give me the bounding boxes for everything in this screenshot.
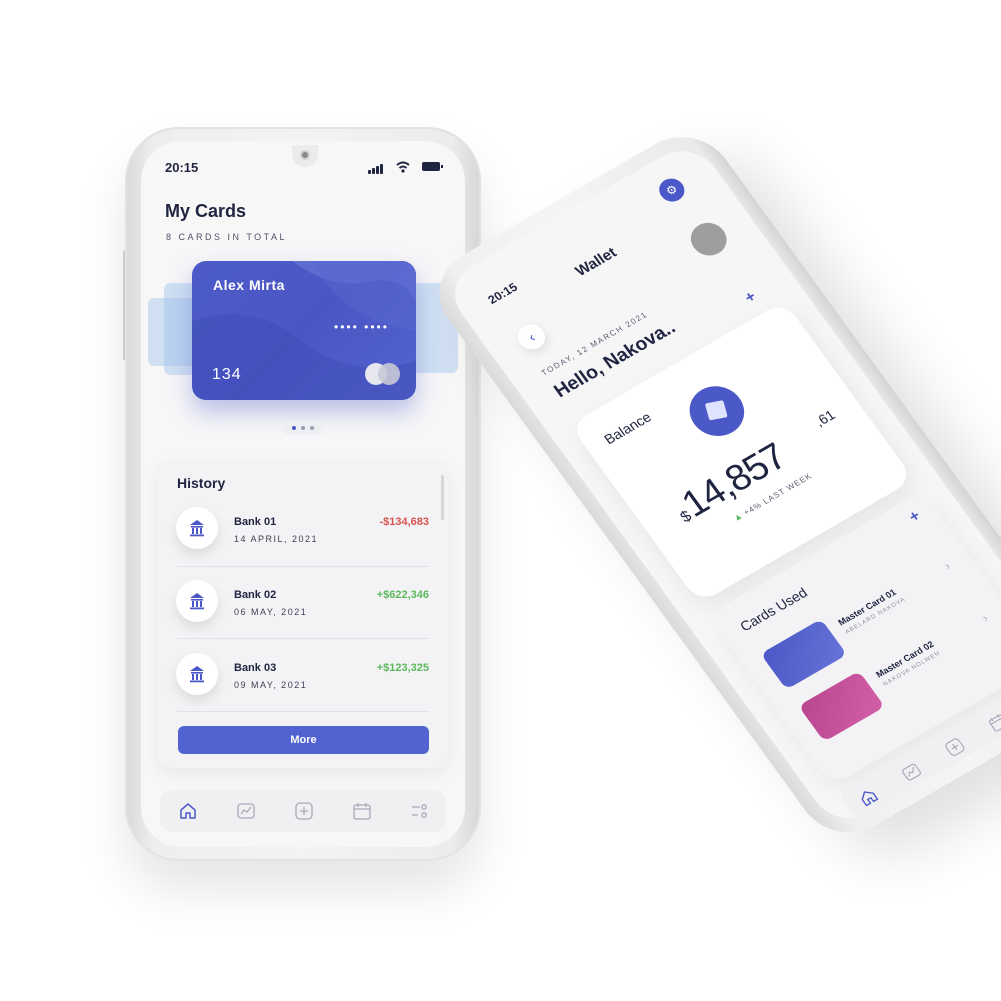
cards-count: 8 CARDS IN TOTAL bbox=[166, 232, 288, 242]
bank-building-icon bbox=[190, 666, 204, 683]
history-date: 06 MAY, 2021 bbox=[234, 607, 308, 617]
history-bank-name: Bank 01 bbox=[234, 516, 277, 528]
status-time: 20:15 bbox=[165, 160, 199, 175]
camera-icon bbox=[300, 150, 310, 160]
signal-icon-bar bbox=[372, 168, 375, 174]
signal-icon-bar bbox=[380, 164, 383, 174]
bottom-nav bbox=[160, 790, 446, 832]
plus-square-icon[interactable] bbox=[942, 735, 968, 759]
home-icon[interactable] bbox=[178, 801, 198, 821]
status-time: 20:15 bbox=[485, 280, 521, 307]
bank-icon bbox=[176, 507, 218, 549]
calendar-icon[interactable] bbox=[352, 801, 372, 821]
history-bank-name: Bank 02 bbox=[234, 589, 277, 601]
history-date: 14 APRIL, 2021 bbox=[234, 534, 319, 544]
bank-building-icon bbox=[190, 520, 204, 537]
plus-icon: + bbox=[741, 288, 760, 307]
chart-icon[interactable] bbox=[236, 801, 256, 821]
page-title: My Cards bbox=[165, 201, 247, 221]
history-amount: +$123,325 bbox=[376, 662, 429, 674]
card-number: 134 bbox=[212, 366, 242, 383]
back-button[interactable]: ‹ bbox=[512, 319, 551, 354]
wifi-icon bbox=[396, 161, 410, 173]
page-title: Wallet bbox=[572, 244, 620, 280]
avatar[interactable] bbox=[683, 216, 734, 262]
card-pager[interactable] bbox=[283, 421, 323, 435]
history-title: History bbox=[177, 475, 226, 491]
chart-icon[interactable] bbox=[898, 760, 924, 784]
more-button[interactable]: More bbox=[178, 726, 429, 754]
divider bbox=[177, 638, 429, 639]
mastercard-logo-icon bbox=[365, 363, 401, 385]
settings-button[interactable]: ⚙ bbox=[654, 174, 690, 206]
phone-screen-right: 20:15 ⚙ Wallet ‹ TODAY, 12 MARCH 2021 He… bbox=[440, 138, 1001, 832]
plus-square-icon[interactable] bbox=[294, 801, 314, 821]
settings-sliders-icon[interactable] bbox=[410, 801, 430, 821]
phone-frame-right: 20:15 ⚙ Wallet ‹ TODAY, 12 MARCH 2021 He… bbox=[420, 120, 1001, 850]
signal-icon bbox=[368, 170, 371, 174]
home-icon[interactable] bbox=[855, 785, 881, 809]
status-icons bbox=[368, 160, 443, 174]
history-amount: -$134,683 bbox=[379, 516, 429, 528]
scrollbar[interactable] bbox=[441, 475, 444, 520]
bank-building-icon bbox=[190, 593, 204, 610]
divider bbox=[177, 711, 429, 712]
history-amount: +$622,346 bbox=[376, 589, 429, 601]
history-bank-name: Bank 03 bbox=[234, 662, 277, 674]
card-holder-name: Alex Mirta bbox=[213, 277, 285, 293]
battery-icon bbox=[422, 162, 443, 171]
pager-dot[interactable] bbox=[310, 426, 314, 430]
chevron-left-icon: ‹ bbox=[524, 329, 539, 345]
bank-icon bbox=[176, 580, 218, 622]
bank-icon bbox=[176, 653, 218, 695]
gear-icon: ⚙ bbox=[662, 181, 681, 199]
signal-icon-bar bbox=[376, 166, 379, 174]
divider bbox=[177, 566, 429, 567]
add-balance-button[interactable]: + bbox=[742, 288, 761, 307]
pager-dot[interactable] bbox=[301, 426, 305, 430]
pager-dot-active[interactable] bbox=[292, 426, 296, 430]
history-date: 09 MAY, 2021 bbox=[234, 680, 308, 690]
calendar-icon[interactable] bbox=[985, 710, 1001, 734]
card-masked-number: •••• •••• bbox=[334, 320, 389, 334]
